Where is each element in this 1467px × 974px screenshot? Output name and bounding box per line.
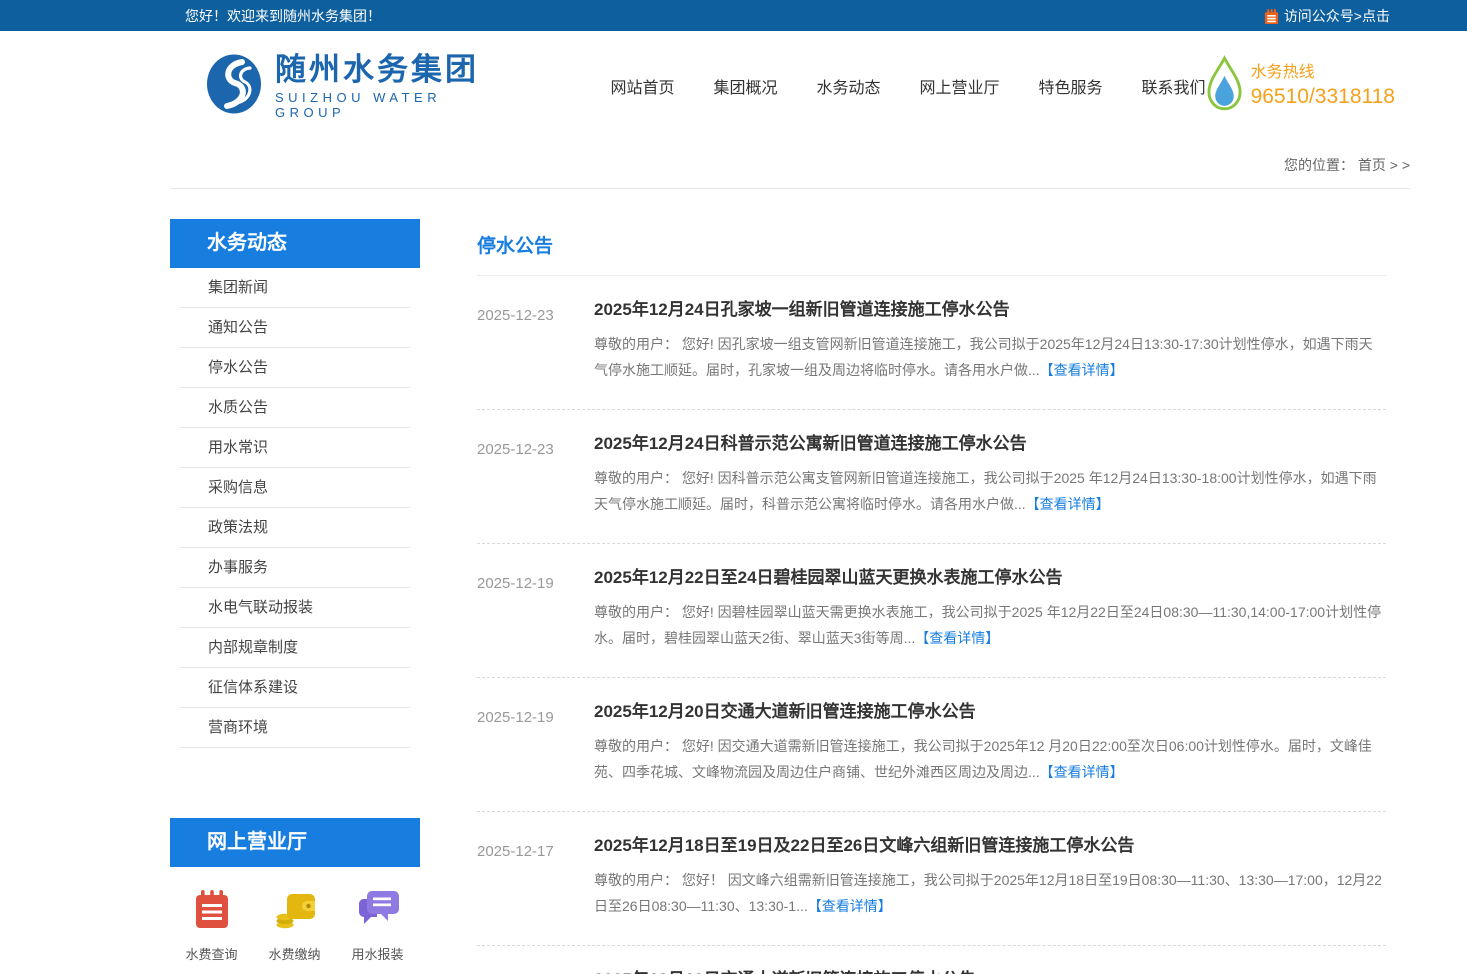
nav-contact-us[interactable]: 联系我们: [1142, 74, 1206, 98]
sidebar-item-policies[interactable]: 政策法规: [180, 508, 410, 548]
hall-item-installation[interactable]: 用水报装: [336, 887, 419, 963]
welcome-text: 您好！欢迎来到随州水务集团！: [185, 6, 381, 26]
sidebar-item-notices[interactable]: 通知公告: [180, 308, 410, 348]
view-details-link[interactable]: 【查看详情】: [915, 630, 999, 646]
notice-body-text: 尊敬的用户： 您好! 因孔家坡一组支管网新旧管道连接施工，我公司拟于2025年1…: [594, 336, 1373, 378]
wallet-icon: [272, 887, 318, 936]
hotline-label: 水务热线: [1251, 62, 1395, 84]
notice-item: 2025-12-23 2025年12月24日孔家坡一组新旧管道连接施工停水公告 …: [477, 276, 1386, 410]
hotline: 水务热线 96510/3318118: [1206, 55, 1395, 117]
notice-title[interactable]: 2025年12月24日孔家坡一组新旧管道连接施工停水公告: [594, 298, 1386, 322]
sidebar-item-services[interactable]: 办事服务: [180, 548, 410, 588]
hall-item-bill-query[interactable]: 水费查询: [170, 887, 253, 963]
page-title: 停水公告: [477, 219, 1386, 276]
sidebar-item-internal-rules[interactable]: 内部规章制度: [180, 628, 410, 668]
sidebar-item-credit-system[interactable]: 征信体系建设: [180, 668, 410, 708]
nav-featured-services[interactable]: 特色服务: [1039, 74, 1103, 98]
notice-summary: 尊敬的用户： 您好！ 因文峰六组需新旧管连接施工，我公司拟于2025年12月18…: [594, 867, 1386, 919]
notice-summary: 尊敬的用户： 您好! 因碧桂园翠山蓝天需更换水表施工，我公司拟于2025 年12…: [594, 599, 1386, 651]
breadcrumb: 您的位置： 首页 > >: [170, 141, 1410, 189]
view-details-link[interactable]: 【查看详情】: [1040, 764, 1124, 780]
notice-title[interactable]: 2025年12月18日至19日及22日至26日文峰六组新旧管连接施工停水公告: [594, 834, 1386, 858]
content: 水务动态 集团新闻 通知公告 停水公告 水质公告 用水常识 采购信息 政策法规 …: [170, 219, 1410, 974]
hall-grid: 水费查询 水费缴纳 用水报装: [170, 887, 420, 963]
public-account-link[interactable]: 访问公众号>点击: [1263, 6, 1390, 26]
sidebar-item-water-quality[interactable]: 水质公告: [180, 388, 410, 428]
nav-group-overview[interactable]: 集团概况: [713, 74, 777, 98]
notice-item: 2025-12-19 2025年12月22日至24日碧桂园翠山蓝天更换水表施工停…: [477, 544, 1386, 678]
hall-item-label: 水费缴纳: [268, 944, 320, 963]
notice-date: 2025-12-19: [477, 709, 594, 785]
nav-home[interactable]: 网站首页: [610, 74, 674, 98]
main-nav: 网站首页 集团概况 水务动态 网上营业厅 特色服务 联系我们: [610, 74, 1205, 98]
sidebar-news-header: 水务动态: [170, 219, 420, 268]
notice-title[interactable]: 2025年12月22日至24日碧桂园翠山蓝天更换水表施工停水公告: [594, 566, 1386, 590]
public-account-label: 访问公众号>点击: [1284, 6, 1390, 26]
sidebar-item-water-knowledge[interactable]: 用水常识: [180, 428, 410, 468]
notice-body-text: 尊敬的用户： 您好! 因交通大道需新旧管连接施工，我公司拟于2025年12 月2…: [594, 738, 1372, 780]
logo-subtitle: SUIZHOU WATER GROUP: [275, 90, 490, 120]
notice-title[interactable]: 2025年12月24日科普示范公寓新旧管道连接施工停水公告: [594, 432, 1386, 456]
notice-body-text: 尊敬的用户： 您好！ 因文峰六组需新旧管连接施工，我公司拟于2025年12月18…: [594, 872, 1382, 914]
notice-date: 2025-12-17: [477, 843, 594, 919]
sidebar-hall-header: 网上营业厅: [170, 818, 420, 867]
chat-icon: [355, 887, 401, 936]
notice-item: 2025-12-19 2025年12月20日交通大道新旧管连接施工停水公告 尊敬…: [477, 678, 1386, 812]
view-details-link[interactable]: 【查看详情】: [1040, 362, 1124, 378]
notice-date: 2025-12-19: [477, 575, 594, 651]
topbar: 您好！欢迎来到随州水务集团！ 访问公众号>点击: [0, 0, 1467, 31]
notice-title[interactable]: 2025年12月13日交通大道新旧管连接施工停水公告: [594, 968, 1386, 974]
logo-icon: [205, 53, 263, 120]
hall-item-label: 水费查询: [185, 944, 237, 963]
view-details-link[interactable]: 【查看详情】: [808, 898, 892, 914]
hall-item-bill-payment[interactable]: 水费缴纳: [253, 887, 336, 963]
logo[interactable]: 随州水务集团 SUIZHOU WATER GROUP: [205, 53, 490, 120]
notice-date: 2025-12-23: [477, 307, 594, 383]
notice-summary: 尊敬的用户： 您好! 因科普示范公寓支管网新旧管道连接施工，我公司拟于2025 …: [594, 465, 1386, 517]
notice-summary: 尊敬的用户： 您好! 因交通大道需新旧管连接施工，我公司拟于2025年12 月2…: [594, 733, 1386, 785]
notice-date: 2025-12-23: [477, 441, 594, 517]
bill-icon: [190, 887, 234, 936]
hall-item-label: 用水报装: [351, 944, 403, 963]
notice-item: 2025-12-23 2025年12月24日科普示范公寓新旧管道连接施工停水公告…: [477, 410, 1386, 544]
sidebar-menu: 集团新闻 通知公告 停水公告 水质公告 用水常识 采购信息 政策法规 办事服务 …: [170, 268, 420, 748]
sidebar-item-business-environment[interactable]: 营商环境: [180, 708, 410, 748]
calendar-icon: [1263, 8, 1280, 25]
nav-online-hall[interactable]: 网上营业厅: [920, 74, 1000, 98]
page: 您好！欢迎来到随州水务集团！ 访问公众号>点击 随州水务集团 SUIZHOU W…: [0, 0, 1467, 974]
notice-title[interactable]: 2025年12月20日交通大道新旧管连接施工停水公告: [594, 700, 1386, 724]
notice-item: 2025-12-17 2025年12月18日至19日及22日至26日文峰六组新旧…: [477, 812, 1386, 946]
water-drop-icon: [1206, 55, 1243, 117]
sidebar-item-group-news[interactable]: 集团新闻: [180, 268, 410, 308]
hotline-number: 96510/3318118: [1251, 84, 1395, 110]
nav-water-news[interactable]: 水务动态: [817, 74, 881, 98]
logo-title: 随州水务集团: [275, 53, 490, 87]
sidebar-item-procurement[interactable]: 采购信息: [180, 468, 410, 508]
sidebar: 水务动态 集团新闻 通知公告 停水公告 水质公告 用水常识 采购信息 政策法规 …: [170, 219, 420, 974]
breadcrumb-text: 您的位置： 首页 > >: [1284, 157, 1410, 173]
view-details-link[interactable]: 【查看详情】: [1026, 496, 1110, 512]
logo-text: 随州水务集团 SUIZHOU WATER GROUP: [275, 53, 490, 120]
notice-list-panel: 停水公告 2025-12-23 2025年12月24日孔家坡一组新旧管道连接施工…: [477, 219, 1410, 974]
sidebar-item-joint-installation[interactable]: 水电气联动报装: [180, 588, 410, 628]
notice-body-text: 尊敬的用户： 您好! 因科普示范公寓支管网新旧管道连接施工，我公司拟于2025 …: [594, 470, 1377, 512]
sidebar-item-water-outage[interactable]: 停水公告: [180, 348, 410, 388]
notice-item: 2025-12-13 2025年12月13日交通大道新旧管连接施工停水公告 尊敬…: [477, 946, 1386, 974]
header: 随州水务集团 SUIZHOU WATER GROUP 网站首页 集团概况 水务动…: [0, 31, 1467, 141]
notice-summary: 尊敬的用户： 您好! 因孔家坡一组支管网新旧管道连接施工，我公司拟于2025年1…: [594, 331, 1386, 383]
